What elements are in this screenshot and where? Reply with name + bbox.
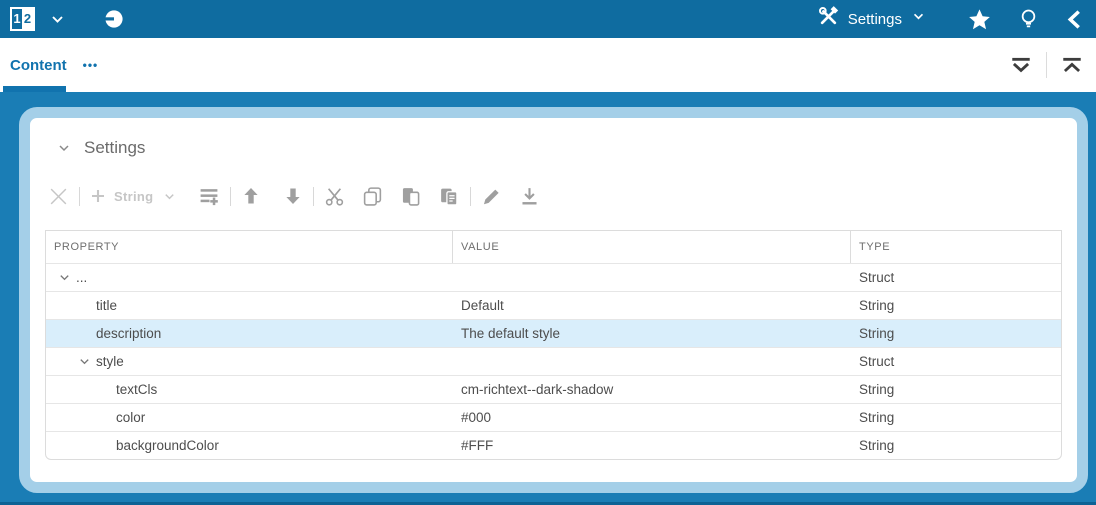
app-logo[interactable]: 1 2	[10, 7, 35, 31]
document-stage: Settings String PROPERTY VALUE TYPE ... …	[0, 92, 1096, 505]
column-header-property[interactable]: PROPERTY	[46, 231, 453, 263]
add-property-split-button[interactable]: String	[90, 188, 176, 204]
property-cell: title	[46, 292, 453, 319]
grid-body: ... Struct title Default String descript…	[46, 263, 1061, 459]
property-name: title	[96, 298, 118, 313]
edit-button[interactable]	[481, 186, 502, 207]
grid-row[interactable]: style Struct	[46, 347, 1061, 375]
toolbar-divider	[313, 186, 315, 206]
value-cell: #FFF	[461, 438, 494, 453]
type-cell: String	[859, 410, 895, 425]
paste-button[interactable]	[400, 186, 421, 207]
grid-row[interactable]: ... Struct	[46, 263, 1061, 291]
app-logo-left: 1	[13, 11, 21, 26]
value-cell: cm-richtext--dark-shadow	[461, 382, 614, 397]
tab-content-label: Content	[10, 56, 67, 74]
property-cell: backgroundColor	[46, 432, 453, 459]
grid-row[interactable]: title Default String	[46, 291, 1061, 319]
property-cell: textCls	[46, 376, 453, 403]
expand-panel-down-icon[interactable]	[1009, 54, 1033, 76]
grid-row[interactable]: textCls cm-richtext--dark-shadow String	[46, 375, 1061, 403]
app-logo-right: 2	[22, 9, 33, 29]
property-name: textCls	[116, 382, 158, 397]
cut-button[interactable]	[324, 186, 345, 207]
section-collapse-chevron-icon	[57, 141, 71, 155]
struct-editor-toolbar: String	[48, 184, 1077, 208]
type-cell: Struct	[859, 270, 895, 285]
collapse-panel-up-icon[interactable]	[1060, 54, 1084, 76]
column-header-type[interactable]: TYPE	[851, 231, 1061, 263]
struct-property-grid: PROPERTY VALUE TYPE ... Struct title Def…	[45, 230, 1062, 460]
type-cell: String	[859, 298, 895, 313]
value-cell: The default style	[461, 326, 561, 341]
type-cell: String	[859, 382, 895, 397]
grid-row[interactable]: backgroundColor #FFF String	[46, 431, 1061, 459]
download-button[interactable]	[519, 186, 540, 207]
property-name: description	[96, 326, 162, 341]
tab-content[interactable]: Content	[0, 38, 67, 92]
tools-icon	[818, 6, 839, 32]
row-expander-chevron-icon[interactable]	[58, 271, 76, 284]
chevron-left-icon[interactable]	[1065, 9, 1084, 30]
tab-overflow-menu[interactable]: •••	[83, 58, 99, 72]
property-name: style	[96, 354, 124, 369]
value-cell: Default	[461, 298, 504, 313]
coremedia-sphere-icon[interactable]	[104, 9, 124, 29]
settings-section-header[interactable]: Settings	[57, 138, 1077, 158]
lightbulb-icon[interactable]	[1018, 8, 1039, 31]
tabbar-actions	[1009, 52, 1096, 78]
column-header-value[interactable]: VALUE	[453, 231, 851, 263]
tab-bar: Content •••	[0, 38, 1096, 92]
type-cell: String	[859, 326, 895, 341]
settings-menu-button[interactable]: Settings	[818, 6, 926, 32]
toolbar-divider	[230, 186, 232, 206]
move-up-button[interactable]	[241, 186, 261, 206]
row-expander-chevron-icon[interactable]	[78, 355, 96, 368]
value-cell: #000	[461, 410, 492, 425]
settings-chevron-down-icon	[911, 9, 926, 29]
tabbar-divider	[1046, 52, 1047, 78]
property-name: color	[116, 410, 146, 425]
settings-form-panel: Settings String PROPERTY VALUE TYPE ... …	[19, 107, 1088, 493]
grid-row[interactable]: color #000 String	[46, 403, 1061, 431]
top-bar: 1 2 Settings	[0, 0, 1096, 38]
favorites-star-icon[interactable]	[968, 8, 991, 31]
property-cell: style	[46, 348, 453, 375]
add-property-chevron-down-icon	[165, 193, 175, 199]
copy-button[interactable]	[362, 186, 383, 207]
type-cell: Struct	[859, 354, 895, 369]
value-cell	[453, 348, 851, 375]
toolbar-divider	[470, 186, 472, 206]
app-menu-chevron-down-icon[interactable]	[49, 11, 66, 28]
value-cell	[453, 264, 851, 291]
settings-menu-label: Settings	[847, 10, 902, 28]
grid-header: PROPERTY VALUE TYPE	[46, 231, 1061, 263]
section-title: Settings	[84, 138, 146, 157]
add-property-type-label: String	[114, 188, 154, 204]
type-cell: String	[859, 438, 895, 453]
delete-property-button[interactable]	[48, 186, 69, 207]
property-name: backgroundColor	[116, 438, 219, 453]
add-list-item-button[interactable]	[198, 186, 220, 207]
property-cell: description	[46, 320, 453, 347]
property-cell: color	[46, 404, 453, 431]
property-cell: ...	[46, 264, 453, 291]
property-name: ...	[76, 270, 88, 285]
paste-all-button[interactable]	[438, 186, 460, 207]
grid-row[interactable]: description The default style String	[46, 319, 1061, 347]
toolbar-divider	[79, 186, 80, 206]
move-down-button[interactable]	[283, 186, 303, 206]
